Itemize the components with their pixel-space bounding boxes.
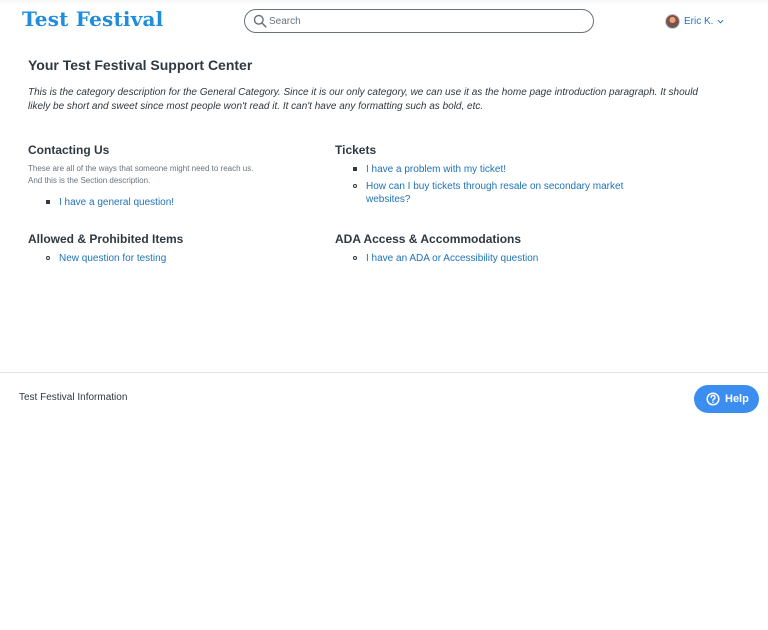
article-list: New question for testing [28,252,183,265]
header: Test Festival Eric K. [0,0,768,42]
help-label: Help [725,393,749,405]
list-item: I have an ADA or Accessibility question [335,252,538,265]
chevron-down-icon[interactable] [717,18,724,25]
question-mark-icon [706,392,720,406]
search-bar[interactable] [244,9,594,33]
bullet-circle-icon [353,184,357,188]
section-title[interactable]: Tickets [335,143,625,158]
user-name[interactable]: Eric K. [684,16,713,27]
article-link-ada-question[interactable]: I have an ADA or Accessibility question [366,253,538,264]
footer-divider [0,372,768,373]
footer-text: Test Festival Information [19,392,128,403]
avatar [665,13,680,29]
article-list: I have a general question! [28,196,278,209]
article-link-resale-tickets[interactable]: How can I buy tickets through resale on … [366,181,623,205]
main-content: Your Test Festival Support Center This i… [28,57,728,114]
section-description-line: And this is the Section description. [28,175,151,185]
page-title: Your Test Festival Support Center [28,57,253,73]
article-link-ticket-problem[interactable]: I have a problem with my ticket! [366,164,506,175]
article-link-general-question[interactable]: I have a general question! [59,197,174,208]
search-input[interactable] [269,12,587,30]
bullet-circle-icon [353,256,357,260]
bullet-circle-icon [46,256,50,260]
section-description: These are all of the ways that someone m… [28,163,278,186]
article-link-new-question[interactable]: New question for testing [59,253,166,264]
user-menu[interactable]: Eric K. [665,12,724,30]
list-item: I have a problem with my ticket! [335,163,625,176]
bullet-square-icon [46,200,50,204]
list-item: I have a general question! [28,196,278,209]
section-title[interactable]: Allowed & Prohibited Items [28,232,183,247]
section-title[interactable]: Contacting Us [28,143,278,158]
section-contacting-us: Contacting Us These are all of the ways … [28,143,278,213]
section-ada-access: ADA Access & Accommodations I have an AD… [335,232,538,269]
section-tickets: Tickets I have a problem with my ticket!… [335,143,625,210]
list-item: New question for testing [28,252,183,265]
list-item: How can I buy tickets through resale on … [335,180,625,206]
section-allowed-prohibited-items: Allowed & Prohibited Items New question … [28,232,183,269]
bullet-square-icon [353,167,357,171]
logo[interactable]: Test Festival [22,7,163,31]
search-icon [253,14,267,28]
article-list: I have an ADA or Accessibility question [335,252,538,265]
section-description-line: These are all of the ways that someone m… [28,164,254,173]
help-button[interactable]: Help [694,385,759,413]
article-list: I have a problem with my ticket! How can… [335,163,625,206]
help-center-page: Test Festival Eric K. Your Test Festival… [0,0,768,630]
section-title[interactable]: ADA Access & Accommodations [335,232,538,247]
category-description: This is the category description for the… [28,87,698,112]
